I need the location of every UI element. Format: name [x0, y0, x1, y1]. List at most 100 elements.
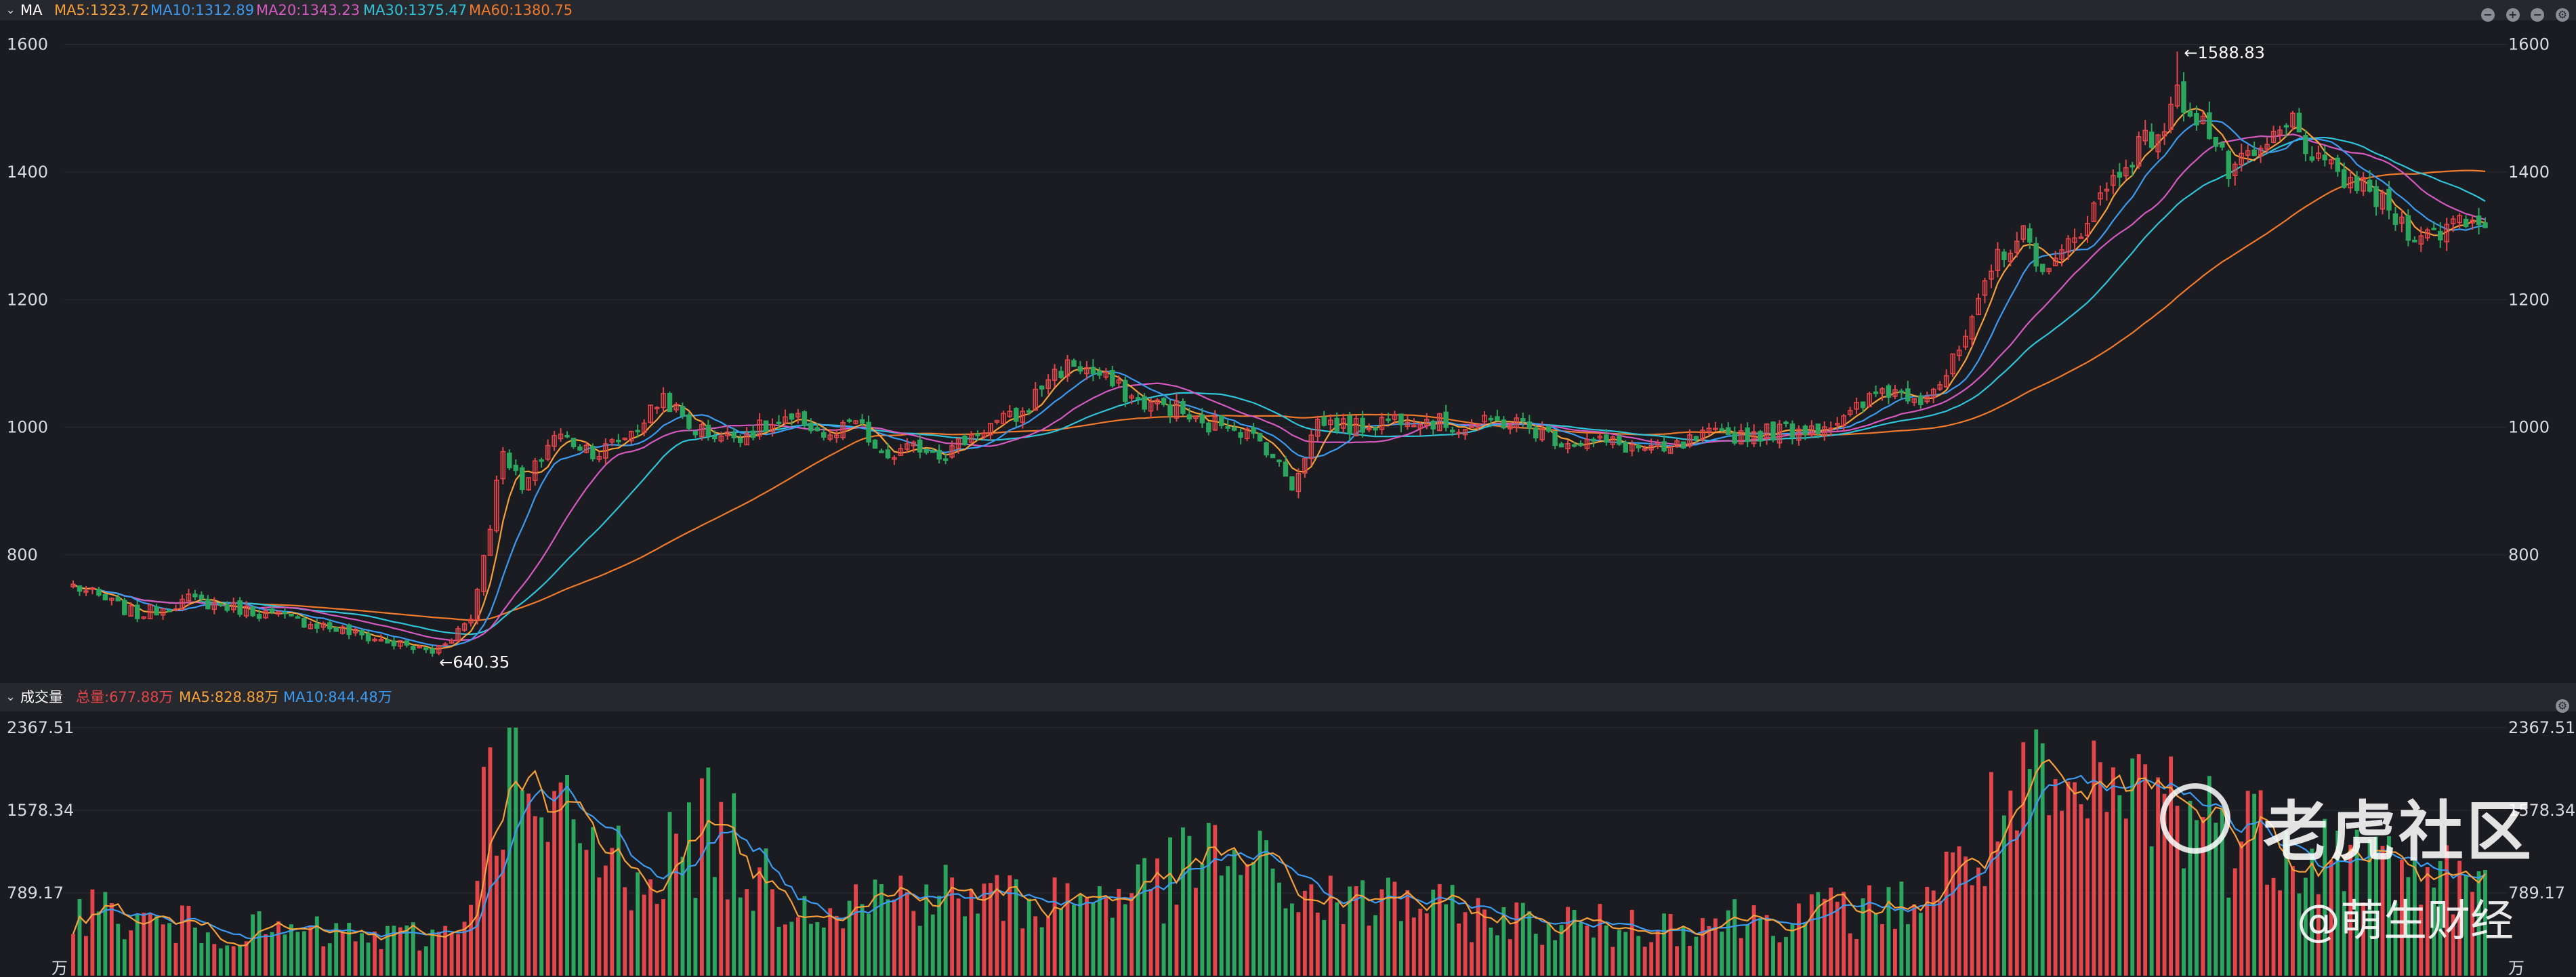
volume-bar [295, 932, 300, 976]
volume-bar [867, 913, 871, 976]
volume-bar [494, 855, 499, 976]
volume-bar [789, 921, 794, 976]
volume-bar [1129, 893, 1134, 976]
volume-bar [937, 896, 942, 976]
candle-body [2027, 228, 2033, 243]
volume-bar [270, 932, 274, 976]
candle-body [2181, 81, 2186, 113]
collapse-chevron-icon[interactable]: ⌄ [5, 683, 16, 711]
candle-body [205, 598, 211, 610]
ma20-line [72, 133, 2486, 642]
volume-bar [161, 924, 165, 976]
volume-bar [2143, 764, 2148, 976]
candle-body [885, 449, 891, 459]
volume-bar [1367, 926, 1371, 976]
price-tick-label-right: 1000 [2508, 418, 2550, 437]
volume-bar [1822, 898, 1827, 976]
candle-body [2482, 222, 2488, 228]
volume-bar [225, 945, 230, 976]
candle-body [154, 606, 159, 616]
volume-bar [514, 727, 518, 976]
volume-bar [1886, 887, 1891, 976]
volume-bar [963, 916, 967, 976]
volume-bar [1553, 940, 1558, 976]
candle-body [1449, 430, 1455, 433]
candle-body [936, 449, 942, 460]
volume-bar [430, 929, 435, 976]
volume-bar [1020, 928, 1025, 976]
volume-bar [1925, 886, 1930, 976]
candle-body [564, 434, 570, 438]
volume-bar [2085, 818, 2090, 976]
volume-bar [976, 913, 980, 976]
candle-body [2296, 112, 2302, 133]
candle-body [1071, 360, 1077, 367]
volume-bar [578, 843, 582, 976]
volume-bar [1816, 892, 1821, 976]
price-tick-label-right: 1600 [2508, 35, 2550, 54]
volume-bar [1219, 875, 1224, 976]
volume-bar [1508, 939, 1512, 976]
candle-body [2117, 171, 2123, 178]
volume-bar [231, 946, 236, 976]
volume-bar [2066, 781, 2071, 976]
volume-bar [1398, 921, 1403, 976]
volume-bar [590, 827, 595, 976]
volume-bar [1360, 880, 1365, 976]
volume-bar [1424, 913, 1429, 976]
volume-bar [854, 884, 858, 976]
volume-bar [1072, 905, 1076, 976]
volume-bar [1707, 926, 1711, 976]
volume-bar [238, 944, 243, 976]
volume-bar [135, 914, 140, 976]
volume-bar [2123, 818, 2128, 976]
volume-bar [1918, 913, 1923, 976]
volume-bar [1514, 902, 1519, 976]
volume-bar [1829, 888, 1833, 976]
candle-body [1789, 423, 1795, 438]
volume-bar [1777, 942, 1782, 976]
volume-bar [1688, 945, 1692, 976]
candle-body [1289, 476, 1295, 491]
candle-body [789, 413, 795, 420]
candle-body [975, 434, 980, 436]
candle-body [680, 406, 686, 417]
volume-bar [1251, 862, 1256, 976]
ma10-line [72, 119, 2486, 647]
volume-bar [687, 802, 691, 976]
candle-body [539, 459, 544, 462]
volume-bar [186, 905, 191, 976]
volume-bar [751, 911, 755, 976]
volume-bar [154, 916, 159, 976]
candle-body [962, 436, 968, 446]
volume-bar [1168, 837, 1172, 976]
volume-bar [1155, 858, 1160, 976]
volume-bar [2265, 884, 2270, 976]
candle-body [1180, 400, 1186, 414]
volume-bar [757, 867, 762, 976]
volume-bar [96, 911, 101, 976]
candle-body [269, 608, 275, 612]
volume-bar [558, 782, 563, 976]
volume-bar [1951, 852, 1955, 976]
volume-bar [719, 802, 724, 976]
volume-total: 总量:677.88万 [76, 689, 173, 705]
volume-bar [725, 899, 730, 976]
candle-body [1386, 418, 1391, 421]
volume-indicator-title[interactable]: 成交量 [20, 683, 63, 711]
volume-bar [1309, 884, 1314, 976]
candle-body [237, 600, 243, 615]
watermark-brand: 老虎社区 [2263, 794, 2534, 870]
volume-bar [199, 942, 204, 976]
volume-bar [1335, 902, 1339, 976]
volume-bar [398, 927, 402, 976]
volume-bar [1085, 898, 1089, 976]
volume-bar [879, 884, 884, 976]
volume-bar [1694, 936, 1699, 976]
gear-icon[interactable]: ⚙ [2556, 699, 2569, 713]
volume-bar [610, 848, 615, 976]
volume-bar [340, 932, 345, 976]
volume-bar [667, 812, 672, 976]
candle-body [814, 427, 820, 432]
volume-bar [142, 913, 146, 976]
